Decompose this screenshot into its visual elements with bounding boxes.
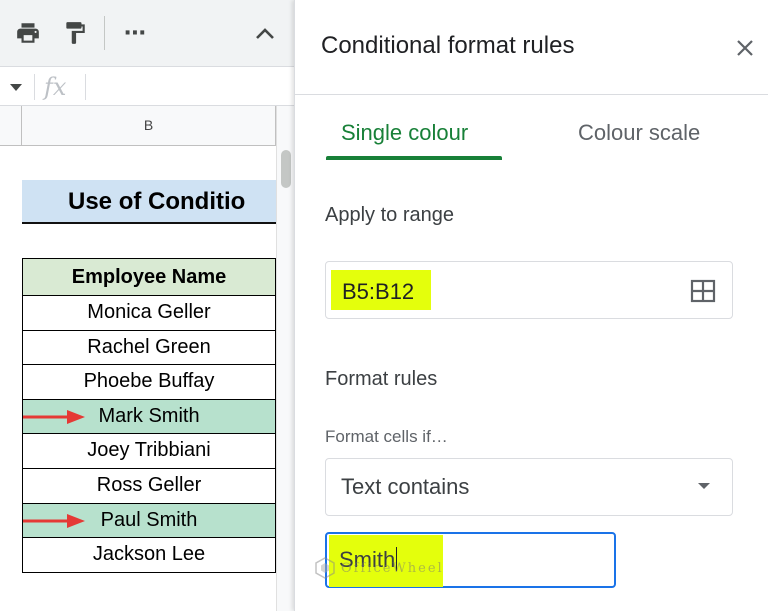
collapse-icon[interactable] bbox=[250, 18, 280, 48]
chevron-down-icon[interactable] bbox=[6, 79, 26, 95]
active-tab-indicator bbox=[326, 156, 502, 160]
red-arrow-icon bbox=[23, 513, 85, 528]
watermark-logo-icon bbox=[315, 557, 335, 579]
employee-name: Monica Geller bbox=[87, 301, 211, 323]
watermark-text: OfficeWheel bbox=[341, 560, 444, 576]
apply-to-range-label: Apply to range bbox=[325, 204, 454, 226]
more-icon[interactable]: ⋯ bbox=[120, 18, 150, 48]
table-row[interactable]: Paul Smith bbox=[22, 503, 276, 539]
more-label: ⋯ bbox=[124, 20, 146, 45]
format-cells-if-label: Format cells if… bbox=[325, 427, 448, 446]
title-text: Use of Conditio bbox=[68, 188, 246, 215]
employee-name: Ross Geller bbox=[96, 473, 202, 496]
range-input[interactable]: B5:B12 bbox=[325, 261, 733, 319]
panel-title: Conditional format rules bbox=[321, 32, 575, 59]
tab-single-colour[interactable]: Single colour bbox=[341, 120, 468, 146]
table-header[interactable]: Employee Name bbox=[22, 258, 276, 296]
red-arrow-icon bbox=[23, 409, 85, 424]
select-range-icon[interactable] bbox=[690, 279, 716, 303]
spreadsheet-area: ⋯ fx B Use of Conditio Employee Name Mon… bbox=[0, 0, 294, 611]
toolbar: ⋯ bbox=[0, 0, 294, 66]
title-cell[interactable]: Use of Conditio bbox=[22, 180, 276, 224]
column-header-b[interactable]: B bbox=[22, 106, 276, 145]
panel-divider bbox=[295, 94, 768, 95]
employee-name: Jackson Lee bbox=[92, 543, 206, 566]
tab-colour-scale[interactable]: Colour scale bbox=[578, 120, 700, 146]
range-value: B5:B12 bbox=[342, 279, 415, 304]
formula-separator bbox=[85, 74, 86, 100]
formula-bar: fx bbox=[0, 66, 294, 106]
employee-name: Mark Smith bbox=[98, 404, 200, 427]
conditional-format-panel: Conditional format rules Single colour C… bbox=[294, 0, 768, 611]
condition-value: Text contains bbox=[341, 474, 470, 499]
employee-name: Rachel Green bbox=[87, 335, 211, 358]
paint-format-icon[interactable] bbox=[60, 18, 90, 48]
vertical-scrollbar[interactable] bbox=[276, 106, 294, 611]
table-row[interactable]: Rachel Green bbox=[22, 330, 276, 366]
employee-name: Joey Tribbiani bbox=[87, 439, 211, 462]
condition-select[interactable]: Text contains bbox=[325, 458, 733, 516]
chevron-down-icon bbox=[698, 483, 710, 489]
sheet-grid: Use of Conditio Employee Name Monica Gel… bbox=[0, 146, 276, 611]
fx-label: fx bbox=[44, 73, 67, 101]
row-header-corner bbox=[0, 106, 22, 145]
table-row[interactable]: Monica Geller bbox=[22, 296, 276, 331]
table-row[interactable]: Phoebe Buffay bbox=[22, 365, 276, 400]
toolbar-separator bbox=[104, 16, 105, 50]
employee-table: Employee Name Monica Geller Rachel Green P… bbox=[22, 258, 276, 573]
close-icon[interactable] bbox=[731, 34, 759, 62]
formula-separator bbox=[34, 74, 35, 100]
table-row[interactable]: Ross Geller bbox=[22, 468, 276, 504]
scrollbar-thumb[interactable] bbox=[281, 150, 291, 188]
employee-name: Paul Smith bbox=[100, 508, 198, 531]
print-icon[interactable] bbox=[13, 18, 43, 48]
table-row[interactable]: Jackson Lee bbox=[22, 538, 276, 573]
employee-name: Phoebe Buffay bbox=[83, 370, 215, 393]
table-row[interactable]: Mark Smith bbox=[22, 399, 276, 435]
watermark: OfficeWheel bbox=[313, 556, 444, 580]
table-row[interactable]: Joey Tribbiani bbox=[22, 434, 276, 469]
column-header-row: B bbox=[0, 106, 280, 146]
format-rules-label: Format rules bbox=[325, 368, 438, 390]
